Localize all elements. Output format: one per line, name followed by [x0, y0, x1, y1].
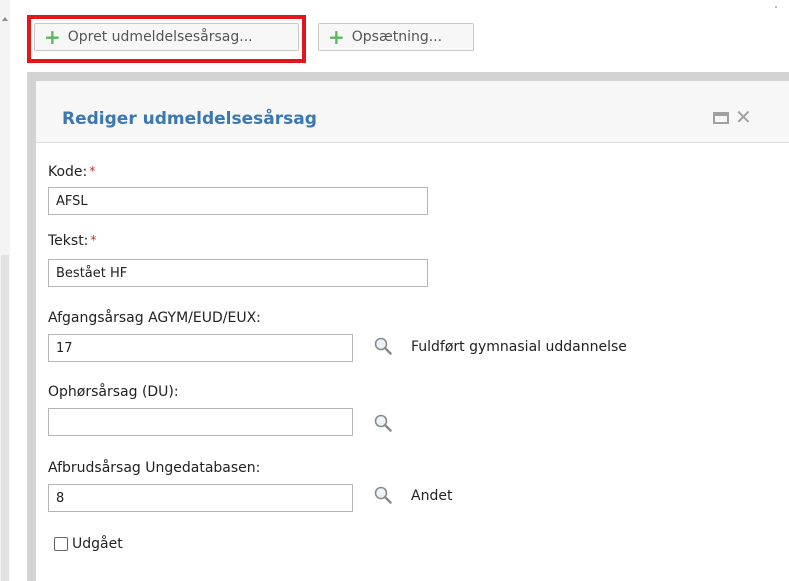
udgaet-row[interactable]: Udgået — [54, 536, 123, 552]
required-mark: * — [90, 233, 97, 247]
required-mark: * — [89, 164, 96, 178]
udgaet-label: Udgået — [72, 536, 123, 552]
magnifier-icon[interactable] — [373, 413, 393, 433]
dialog-header: Rediger udmeldelsesårsag ✕ — [36, 81, 789, 143]
scroll-thumb[interactable] — [1, 255, 9, 581]
afgang-lookup-text: Fuldført gymnasial uddannelse — [411, 339, 627, 355]
edit-dialog: Rediger udmeldelsesårsag ✕ Kode: * AFSL T… — [27, 72, 789, 581]
afgang-input[interactable]: 17 — [48, 334, 353, 362]
left-scrollbar[interactable] — [0, 0, 10, 581]
dialog-body: Rediger udmeldelsesårsag ✕ Kode: * AFSL T… — [36, 81, 789, 581]
afbrud-input[interactable]: 8 — [48, 484, 353, 512]
ophor-input[interactable] — [48, 408, 353, 436]
top-right-mark — [775, 6, 777, 8]
ophor-label: Ophørsårsag (DU): — [48, 384, 179, 400]
kode-input[interactable]: AFSL — [48, 187, 428, 215]
tekst-input[interactable]: Bestået HF — [48, 259, 428, 287]
setup-button[interactable]: + Opsætning... — [318, 23, 474, 51]
create-reason-label: Opret udmeldelsesårsag... — [67, 29, 253, 45]
tekst-label: Tekst: * — [48, 233, 97, 249]
afgang-label: Afgangsårsag AGYM/EUD/EUX: — [48, 310, 261, 326]
udgaet-checkbox[interactable] — [54, 537, 68, 551]
kode-label: Kode: * — [48, 164, 96, 180]
scroll-up-icon[interactable] — [2, 17, 8, 21]
afbrud-lookup-text: Andet — [411, 488, 453, 504]
plus-icon: + — [328, 25, 345, 49]
maximize-icon[interactable] — [713, 112, 729, 124]
magnifier-icon[interactable] — [373, 336, 393, 356]
dialog-title: Rediger udmeldelsesårsag — [62, 109, 317, 129]
close-icon[interactable]: ✕ — [735, 105, 752, 129]
create-reason-button[interactable]: + Opret udmeldelsesårsag... — [34, 23, 299, 51]
setup-label: Opsætning... — [351, 29, 443, 45]
plus-icon: + — [44, 25, 61, 49]
afbrud-label: Afbrudsårsag Ungedatabasen: — [48, 460, 261, 476]
magnifier-icon[interactable] — [373, 485, 393, 505]
